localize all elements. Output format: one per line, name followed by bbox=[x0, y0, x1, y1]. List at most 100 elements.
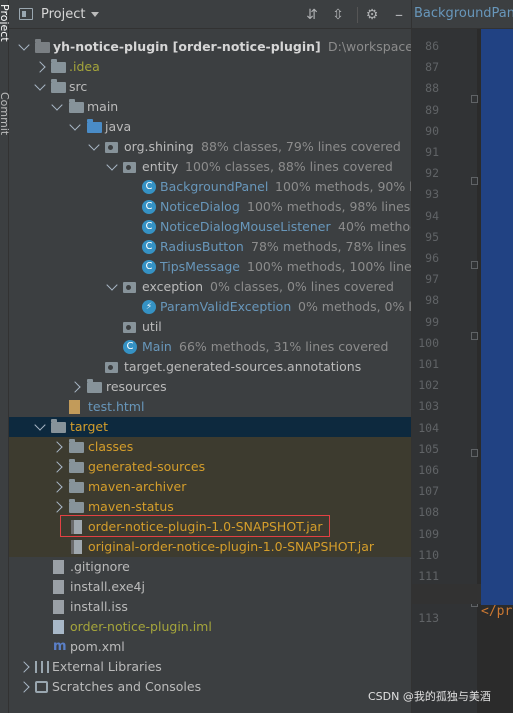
line-number: 102 bbox=[418, 378, 439, 393]
chevron-right-icon[interactable] bbox=[51, 461, 63, 473]
project-panel: Project ⇵ ⇳ ⚙ – yh-notice-plugin [order-… bbox=[9, 0, 411, 713]
line-number: 109 bbox=[418, 526, 439, 541]
text-file-icon bbox=[53, 600, 64, 614]
tree-row[interactable]: C NoticeDialogMouseListener 40% methods, bbox=[9, 217, 411, 237]
chevron-down-icon[interactable] bbox=[88, 139, 100, 151]
tree-row[interactable]: org.shining 88% classes, 79% lines covere… bbox=[9, 137, 411, 157]
class-icon: C bbox=[142, 180, 156, 194]
tree-row[interactable]: ⚡ ParamValidException 0% methods, 0% line bbox=[9, 297, 411, 317]
tree-row[interactable]: C RadiusButton 78% methods, 78% lines cove bbox=[9, 237, 411, 257]
tree-item-label: exception bbox=[142, 279, 204, 294]
tree-item-coverage: 100% methods, 98% lines cov bbox=[247, 199, 411, 214]
folder-icon bbox=[51, 59, 66, 73]
tree-item-coverage: D:\workspace\yh-noti bbox=[328, 39, 411, 54]
fold-marker-icon[interactable] bbox=[471, 261, 478, 269]
tree-item-coverage: 100% methods, 100% lines c bbox=[247, 259, 411, 274]
module-folder-icon bbox=[35, 39, 50, 53]
tree-row[interactable]: install.iss bbox=[9, 597, 411, 617]
folder-icon bbox=[51, 79, 66, 93]
tree-row[interactable]: test.html bbox=[9, 397, 411, 417]
line-number: 98 bbox=[425, 293, 439, 308]
chevron-right-icon[interactable] bbox=[51, 501, 63, 513]
folder-icon bbox=[69, 439, 84, 453]
chevron-down-icon[interactable] bbox=[106, 159, 118, 171]
tree-row[interactable]: Scratches and Consoles bbox=[9, 677, 411, 697]
chevron-down-icon[interactable] bbox=[34, 419, 46, 431]
tree-item-label: test.html bbox=[88, 399, 145, 414]
chevron-right-icon[interactable] bbox=[18, 681, 30, 693]
jar-file-icon bbox=[71, 540, 82, 554]
tree-row[interactable]: util bbox=[9, 317, 411, 337]
highlight-annotation-box bbox=[60, 515, 330, 537]
tree-row[interactable]: C TipsMessage 100% methods, 100% lines c bbox=[9, 257, 411, 277]
tree-row[interactable]: java bbox=[9, 117, 411, 137]
line-number: 86 bbox=[425, 39, 439, 53]
tree-row[interactable]: C BackgroundPanel 100% methods, 90% line bbox=[9, 177, 411, 197]
chevron-down-icon[interactable] bbox=[51, 99, 63, 111]
hide-panel-icon[interactable]: – bbox=[391, 7, 407, 23]
folder-icon bbox=[69, 499, 84, 513]
line-number: 100 bbox=[418, 335, 439, 350]
tree-item-label: classes bbox=[88, 439, 134, 454]
tree-row[interactable]: External Libraries bbox=[9, 657, 411, 677]
collapse-all-icon[interactable]: ⇳ bbox=[330, 7, 346, 23]
tree-row[interactable]: entity 100% classes, 88% lines covered bbox=[9, 157, 411, 177]
iml-file-icon bbox=[53, 620, 64, 634]
fold-marker-icon[interactable] bbox=[471, 177, 478, 185]
tree-row[interactable]: src bbox=[9, 77, 411, 97]
chevron-down-icon[interactable] bbox=[18, 39, 30, 51]
tree-item-label: .gitignore bbox=[70, 559, 130, 574]
tree-row[interactable]: install.exe4j bbox=[9, 577, 411, 597]
tree-row[interactable]: main bbox=[9, 97, 411, 117]
package-icon bbox=[123, 162, 136, 173]
folder-icon bbox=[69, 479, 84, 493]
editor-tab[interactable]: BackgroundPanel bbox=[412, 0, 513, 29]
chevron-right-icon[interactable] bbox=[51, 441, 63, 453]
tree-row[interactable]: target bbox=[9, 417, 411, 437]
tree-item-label: pom.xml bbox=[70, 639, 125, 654]
tree-row[interactable]: order-notice-plugin.iml bbox=[9, 617, 411, 637]
line-number: 89 bbox=[425, 102, 439, 117]
tree-row[interactable]: maven-archiver bbox=[9, 477, 411, 497]
text-file-icon bbox=[53, 580, 64, 594]
package-icon bbox=[105, 142, 118, 153]
tree-row[interactable]: m pom.xml bbox=[9, 637, 411, 657]
gear-icon[interactable]: ⚙ bbox=[364, 7, 380, 23]
line-number: 101 bbox=[418, 357, 439, 371]
tree-item-coverage: 78% methods, 78% lines cove bbox=[251, 239, 411, 254]
expand-all-icon[interactable]: ⇵ bbox=[304, 7, 320, 23]
tree-item-label: target bbox=[70, 419, 109, 434]
tree-row[interactable]: generated-sources bbox=[9, 457, 411, 477]
tree-row[interactable]: resources bbox=[9, 377, 411, 397]
chevron-down-icon[interactable] bbox=[91, 11, 100, 17]
tree-row[interactable]: C Main 66% methods, 31% lines covered bbox=[9, 337, 411, 357]
tree-row[interactable]: C NoticeDialog 100% methods, 98% lines cov bbox=[9, 197, 411, 217]
tree-row[interactable]: .idea bbox=[9, 57, 411, 77]
chevron-down-icon[interactable] bbox=[69, 119, 81, 131]
fold-marker-icon[interactable] bbox=[471, 332, 478, 340]
tree-row[interactable]: target.generated-sources.annotations bbox=[9, 357, 411, 377]
selected-code-block[interactable] bbox=[481, 29, 513, 605]
tree-row[interactable]: original-order-notice-plugin-1.0-SNAPSHO… bbox=[9, 537, 411, 557]
tree-row[interactable]: exception 0% classes, 0% lines covered bbox=[9, 277, 411, 297]
main-class-icon: C bbox=[123, 340, 137, 354]
fold-marker-icon[interactable] bbox=[471, 449, 478, 457]
chevron-right-icon[interactable] bbox=[51, 481, 63, 493]
tree-item-label: resources bbox=[106, 379, 167, 394]
project-view-title[interactable]: Project bbox=[41, 7, 85, 22]
chevron-right-icon[interactable] bbox=[34, 61, 46, 73]
tree-row[interactable]: classes bbox=[9, 437, 411, 457]
line-number: 99 bbox=[425, 314, 439, 329]
resources-folder-icon bbox=[87, 379, 102, 393]
tree-row[interactable]: maven-status bbox=[9, 497, 411, 517]
chevron-right-icon[interactable] bbox=[69, 381, 81, 393]
chevron-right-icon[interactable] bbox=[18, 661, 30, 673]
chevron-down-icon[interactable] bbox=[34, 79, 46, 91]
line-number: 95 bbox=[425, 229, 439, 244]
code-line-text[interactable]: </pr bbox=[481, 604, 512, 619]
fold-marker-icon[interactable] bbox=[471, 95, 478, 103]
line-number: 97 bbox=[425, 272, 439, 287]
tree-row[interactable]: yh-notice-plugin [order-notice-plugin] D:… bbox=[9, 37, 411, 57]
chevron-down-icon[interactable] bbox=[106, 279, 118, 291]
tree-row[interactable]: .gitignore bbox=[9, 557, 411, 577]
